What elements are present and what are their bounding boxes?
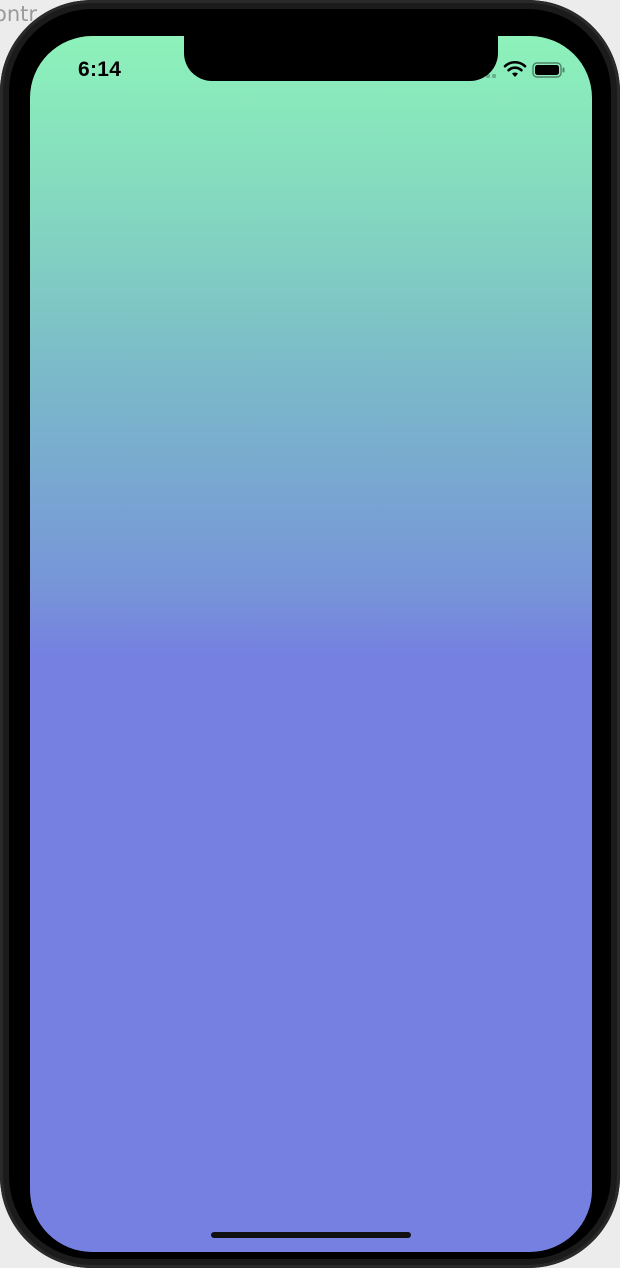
battery-icon — [532, 62, 566, 83]
iphone-device-frame: 6:14 — [0, 0, 620, 1268]
cellular-signal-icon — [474, 74, 496, 78]
device-notch — [184, 36, 498, 81]
home-indicator[interactable] — [211, 1232, 411, 1238]
status-bar-time: 6:14 — [78, 58, 122, 81]
app-screen[interactable]: 6:14 — [30, 36, 592, 1252]
wifi-icon — [503, 60, 527, 83]
